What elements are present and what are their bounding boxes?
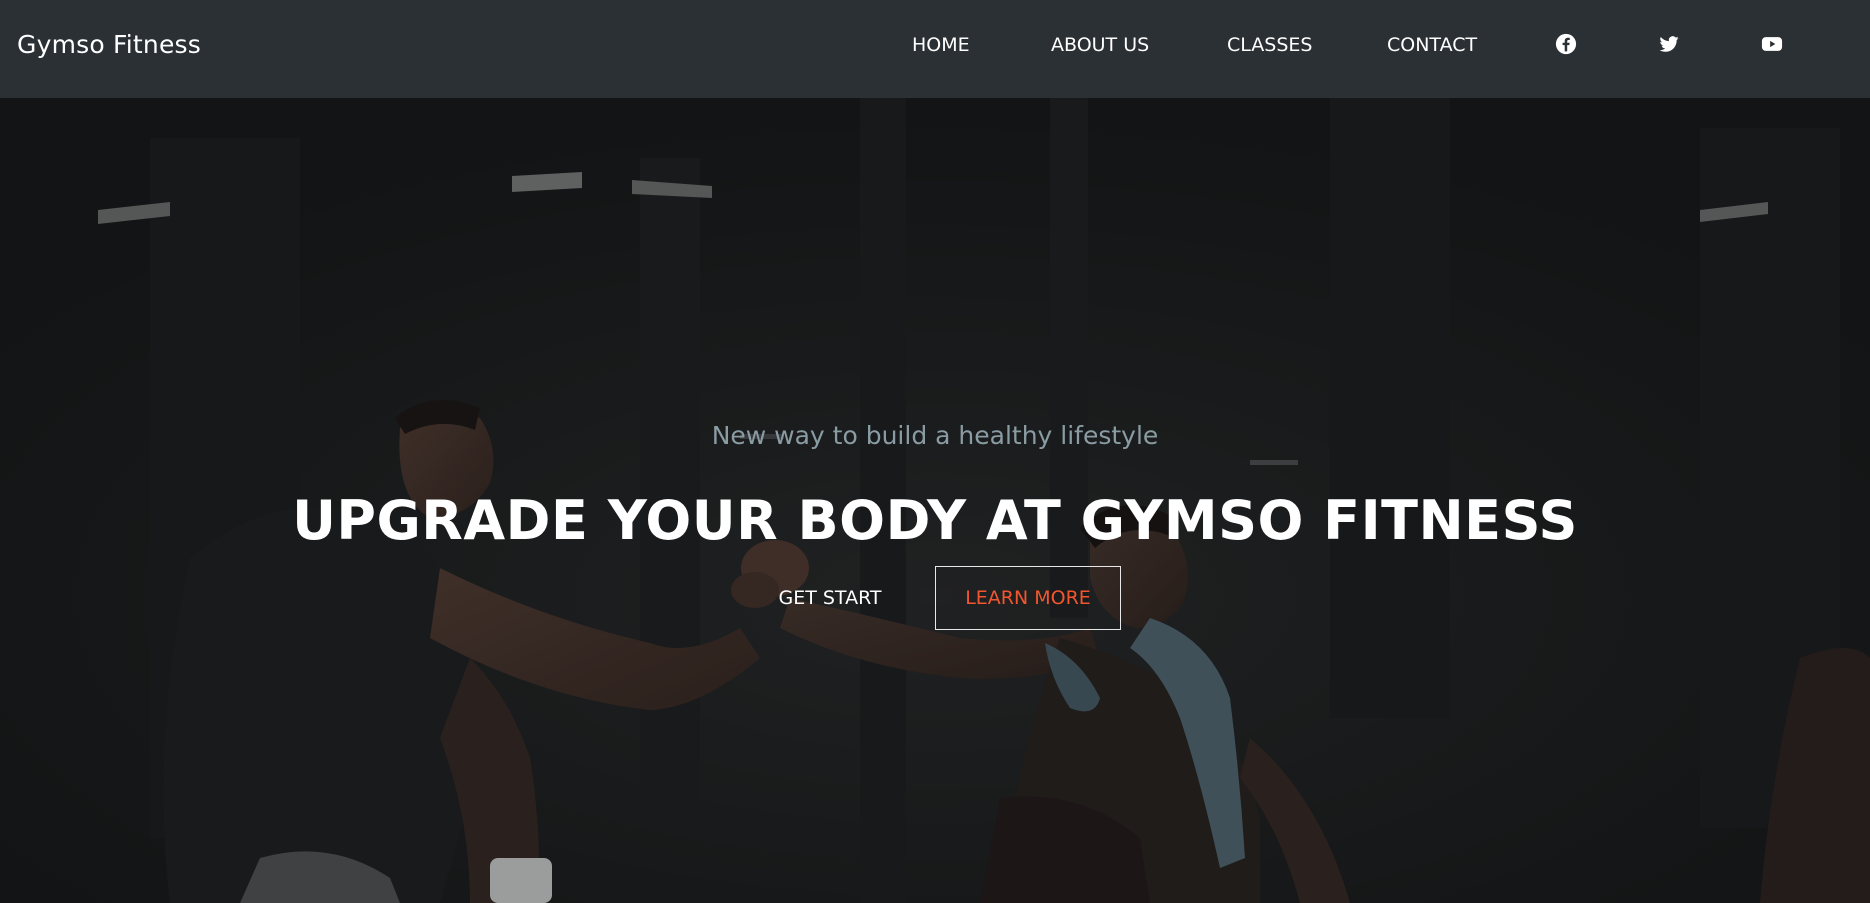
get-start-button[interactable]: GET START — [767, 566, 893, 630]
nav-link-contact[interactable]: CONTACT — [1387, 32, 1477, 58]
hero-section: New way to build a healthy lifestyle UPG… — [0, 98, 1870, 903]
nav-link-classes[interactable]: CLASSES — [1227, 32, 1312, 58]
brand-logo-link[interactable]: Gymso Fitness — [17, 29, 201, 61]
hero-headline: UPGRADE YOUR BODY AT GYMSO FITNESS — [292, 489, 1578, 552]
facebook-link[interactable] — [1555, 33, 1577, 55]
hero-subtitle: New way to build a healthy lifestyle — [711, 421, 1159, 450]
learn-more-button[interactable]: LEARN MORE — [935, 566, 1121, 630]
nav-link-about-us[interactable]: ABOUT US — [1051, 32, 1149, 58]
youtube-link[interactable] — [1761, 33, 1783, 55]
twitter-icon — [1659, 36, 1679, 52]
youtube-icon — [1761, 37, 1783, 51]
navbar: Gymso Fitness HOME ABOUT US CLASSES CONT… — [0, 0, 1870, 98]
twitter-link[interactable] — [1658, 33, 1680, 55]
facebook-icon — [1555, 33, 1577, 55]
nav-link-home[interactable]: HOME — [912, 32, 970, 58]
